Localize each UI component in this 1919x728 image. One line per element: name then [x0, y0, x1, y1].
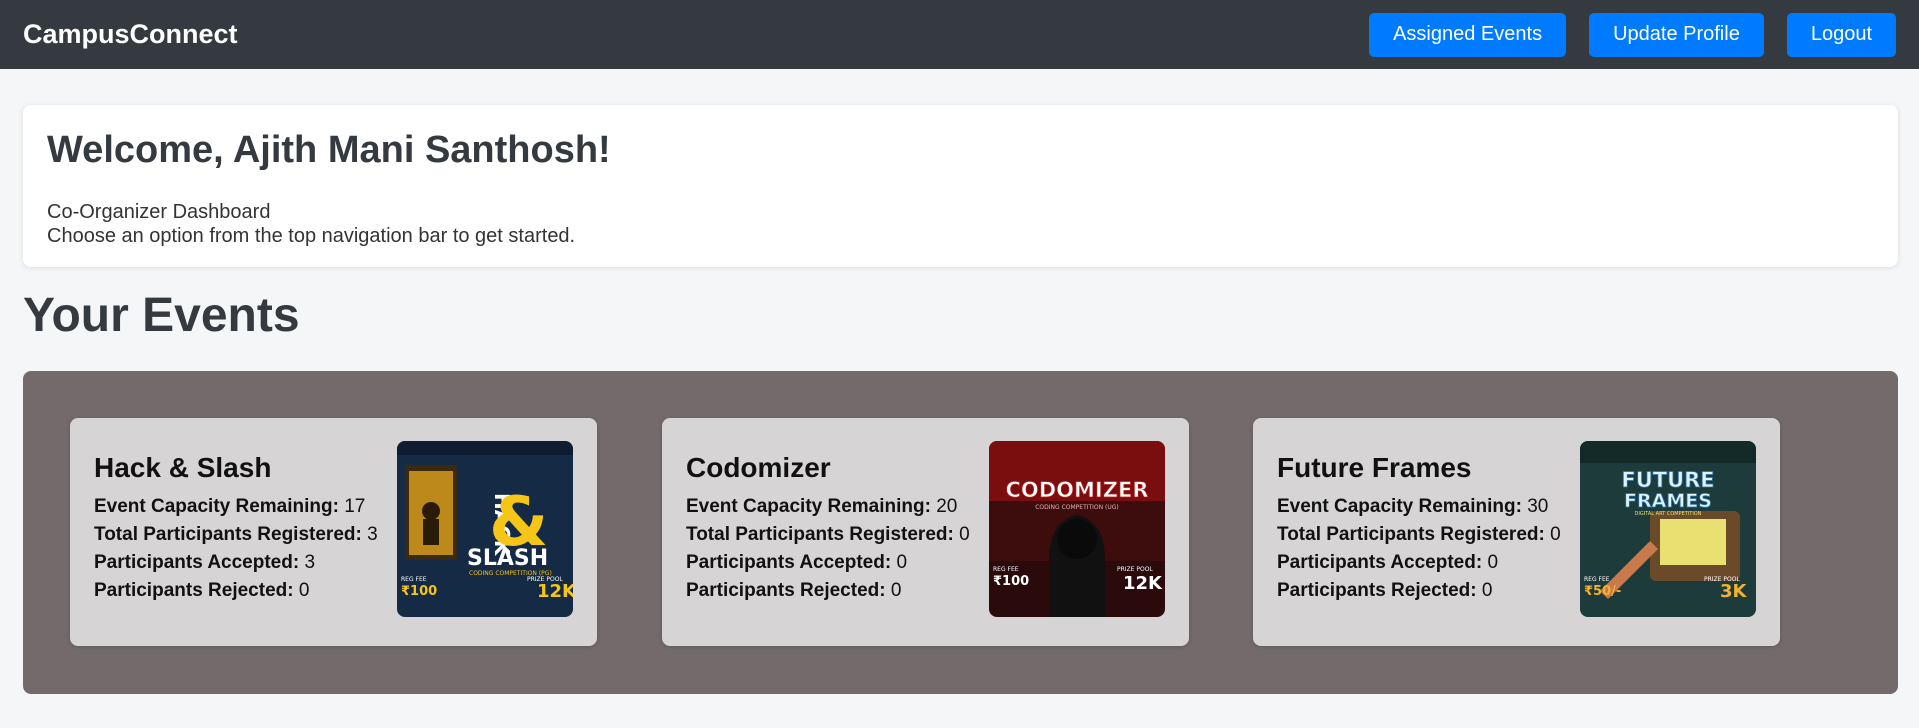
poster-line2: FRAMES — [1624, 490, 1712, 512]
poster-prize: 12K — [537, 581, 573, 602]
event-card-hack-slash[interactable]: Hack & Slash Event Capacity Remaining: 1… — [70, 418, 597, 646]
event-card-codomizer[interactable]: Codomizer Event Capacity Remaining: 20 T… — [662, 418, 1189, 646]
stat-label: Participants Accepted: — [94, 552, 300, 573]
poster-line1: FUTURE — [1621, 468, 1714, 492]
poster-tagline: DIGITAL ART COMPETITION — [1635, 511, 1702, 517]
capacity-stat: Event Capacity Remaining: 30 — [1277, 493, 1561, 521]
poster-fee-label: REG FEE — [401, 576, 427, 583]
accepted-stat: Participants Accepted: 0 — [686, 549, 970, 577]
stat-label: Participants Rejected: — [686, 580, 886, 601]
stat-label: Event Capacity Remaining: — [1277, 496, 1522, 517]
poster-fee-label: REG FEE — [1584, 576, 1610, 583]
stat-value: 0 — [959, 524, 970, 545]
rejected-stat: Participants Rejected: 0 — [1277, 577, 1561, 605]
event-info: Future Frames Event Capacity Remaining: … — [1277, 452, 1561, 605]
stat-label: Participants Accepted: — [686, 552, 892, 573]
rejected-stat: Participants Rejected: 0 — [686, 577, 970, 605]
welcome-card: Welcome, Ajith Mani Santhosh! Co-Organiz… — [23, 105, 1898, 267]
event-poster-image: FUTURE FRAMES DIGITAL ART COMPETITION RE… — [1580, 441, 1756, 617]
event-info: Codomizer Event Capacity Remaining: 20 T… — [686, 452, 970, 605]
stat-value: 0 — [1550, 524, 1561, 545]
event-title: Hack & Slash — [94, 452, 272, 483]
capacity-stat: Event Capacity Remaining: 17 — [94, 493, 378, 521]
accepted-stat: Participants Accepted: 3 — [94, 549, 378, 577]
assigned-events-button[interactable]: Assigned Events — [1369, 12, 1567, 57]
poster-prize: 3K — [1720, 581, 1748, 602]
stat-label: Participants Rejected: — [1277, 580, 1477, 601]
event-poster-image: HACK & SLASH CODING COMPETITION (PG) REG… — [397, 441, 573, 617]
stat-value: 0 — [1481, 580, 1493, 601]
stat-value: 0 — [890, 580, 902, 601]
event-title: Codomizer — [686, 452, 831, 483]
stat-value: 0 — [1487, 552, 1499, 573]
stat-label: Total Participants Registered: — [686, 524, 954, 545]
event-title: Future Frames — [1277, 452, 1472, 483]
stat-value: 3 — [367, 524, 378, 545]
poster-fee: ₹50/- — [1584, 584, 1621, 599]
event-poster-image: CODOMIZER CODING COMPETITION (UG) REG FE… — [989, 441, 1165, 617]
nav-actions: Assigned Events Update Profile Logout — [1369, 12, 1896, 57]
future-frames-poster: FUTURE FRAMES DIGITAL ART COMPETITION RE… — [1580, 441, 1756, 617]
stat-value: 20 — [936, 496, 958, 517]
stat-value: 3 — [304, 552, 316, 573]
dashboard-hint: Choose an option from the top navigation… — [47, 224, 576, 247]
poster-fee: ₹100 — [401, 584, 437, 599]
update-profile-button[interactable]: Update Profile — [1589, 12, 1764, 57]
stat-label: Participants Accepted: — [1277, 552, 1483, 573]
registered-stat: Total Participants Registered: 0 — [1277, 521, 1561, 549]
registered-stat: Total Participants Registered: 0 — [686, 521, 970, 549]
stat-value: 0 — [298, 580, 310, 601]
events-panel: Hack & Slash Event Capacity Remaining: 1… — [23, 371, 1898, 694]
hack-slash-poster: HACK & SLASH CODING COMPETITION (PG) REG… — [397, 441, 573, 617]
stat-value: 0 — [896, 552, 908, 573]
stat-value: 30 — [1527, 496, 1549, 517]
logout-button[interactable]: Logout — [1786, 12, 1896, 57]
dashboard-role: Co-Organizer Dashboard — [47, 200, 271, 223]
brand-logo[interactable]: CampusConnect — [23, 19, 238, 50]
stat-label: Total Participants Registered: — [1277, 524, 1545, 545]
capacity-stat: Event Capacity Remaining: 20 — [686, 493, 970, 521]
codomizer-poster: CODOMIZER CODING COMPETITION (UG) REG FE… — [989, 441, 1165, 617]
poster-line2: SLASH — [467, 546, 548, 571]
events-section-title: Your Events — [23, 289, 300, 342]
stat-value: 17 — [344, 496, 366, 517]
event-card-future-frames[interactable]: Future Frames Event Capacity Remaining: … — [1253, 418, 1780, 646]
rejected-stat: Participants Rejected: 0 — [94, 577, 378, 605]
poster-prize-label: PRIZE POOL — [1117, 566, 1153, 573]
stat-label: Event Capacity Remaining: — [94, 496, 339, 517]
welcome-title: Welcome, Ajith Mani Santhosh! — [47, 129, 611, 171]
poster-fee-label: REG FEE — [993, 566, 1019, 573]
poster-tagline: CODING COMPETITION (UG) — [1035, 504, 1119, 511]
poster-fee: ₹100 — [993, 574, 1029, 589]
stat-label: Participants Rejected: — [94, 580, 294, 601]
stat-label: Total Participants Registered: — [94, 524, 362, 545]
poster-prize: 12K — [1123, 573, 1163, 594]
event-info: Hack & Slash Event Capacity Remaining: 1… — [94, 452, 378, 605]
accepted-stat: Participants Accepted: 0 — [1277, 549, 1561, 577]
stat-label: Event Capacity Remaining: — [686, 496, 931, 517]
registered-stat: Total Participants Registered: 3 — [94, 521, 378, 549]
top-navbar: CampusConnect Assigned Events Update Pro… — [0, 0, 1919, 69]
poster-line1: CODOMIZER — [1005, 478, 1148, 502]
welcome-text: Co-Organizer Dashboard Choose an option … — [47, 200, 1874, 248]
